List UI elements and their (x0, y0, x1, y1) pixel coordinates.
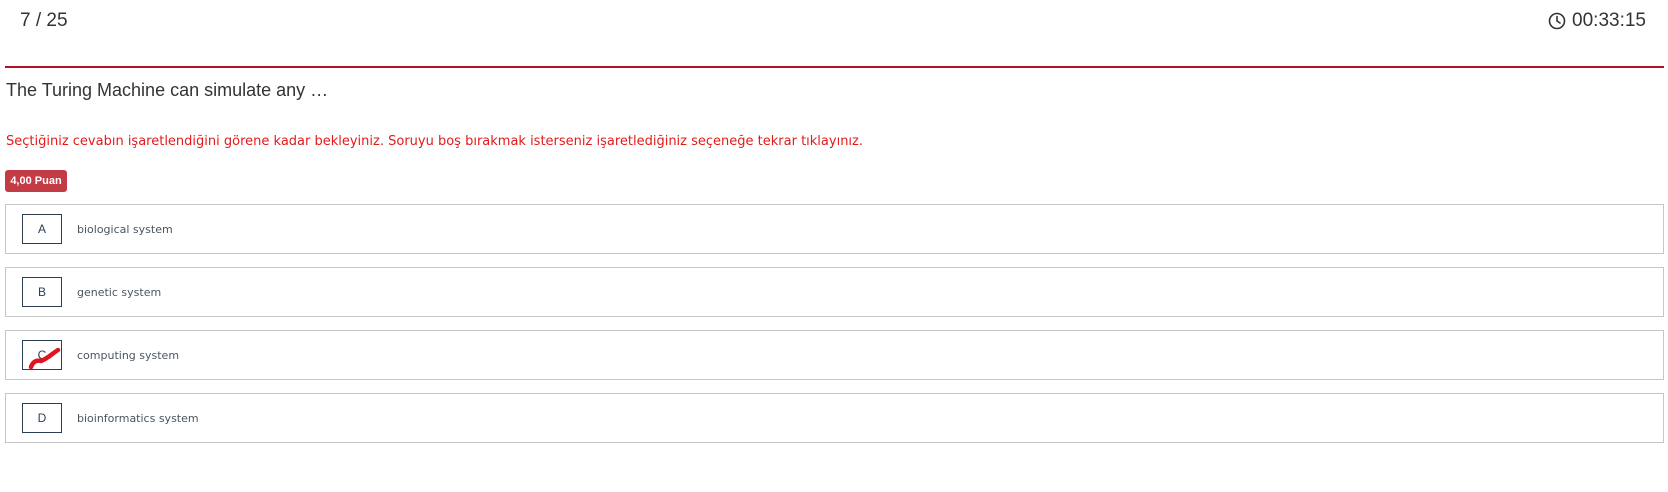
question-counter: 7 / 25 (20, 10, 68, 31)
clock-icon (1548, 12, 1566, 30)
option-b[interactable]: B genetic system (5, 267, 1664, 317)
points-badge: 4,00 Puan (5, 170, 67, 192)
option-letter-box-selected[interactable]: C (22, 340, 62, 370)
option-a[interactable]: A biological system (5, 204, 1664, 254)
answer-options: A biological system B genetic system C c… (5, 204, 1664, 456)
timer: 00:33:15 (1548, 10, 1646, 32)
header-divider (5, 66, 1664, 68)
option-letter-box[interactable]: D (22, 403, 62, 433)
option-letter-box[interactable]: B (22, 277, 62, 307)
instruction-warning: Seçtiğiniz cevabın işaretlendiğini gören… (6, 134, 863, 149)
option-text: biological system (77, 222, 173, 236)
option-letter: B (37, 285, 46, 299)
option-d[interactable]: D bioinformatics system (5, 393, 1664, 443)
question-text: The Turing Machine can simulate any … (6, 80, 329, 100)
option-text: bioinformatics system (77, 411, 199, 425)
option-c[interactable]: C computing system (5, 330, 1664, 380)
option-letter: D (37, 411, 47, 425)
timer-value: 00:33:15 (1572, 10, 1646, 31)
option-letter-box[interactable]: A (22, 214, 62, 244)
option-text: computing system (77, 348, 180, 362)
option-text: genetic system (77, 285, 162, 299)
option-letter: A (37, 222, 46, 236)
option-letter: C (37, 348, 47, 362)
